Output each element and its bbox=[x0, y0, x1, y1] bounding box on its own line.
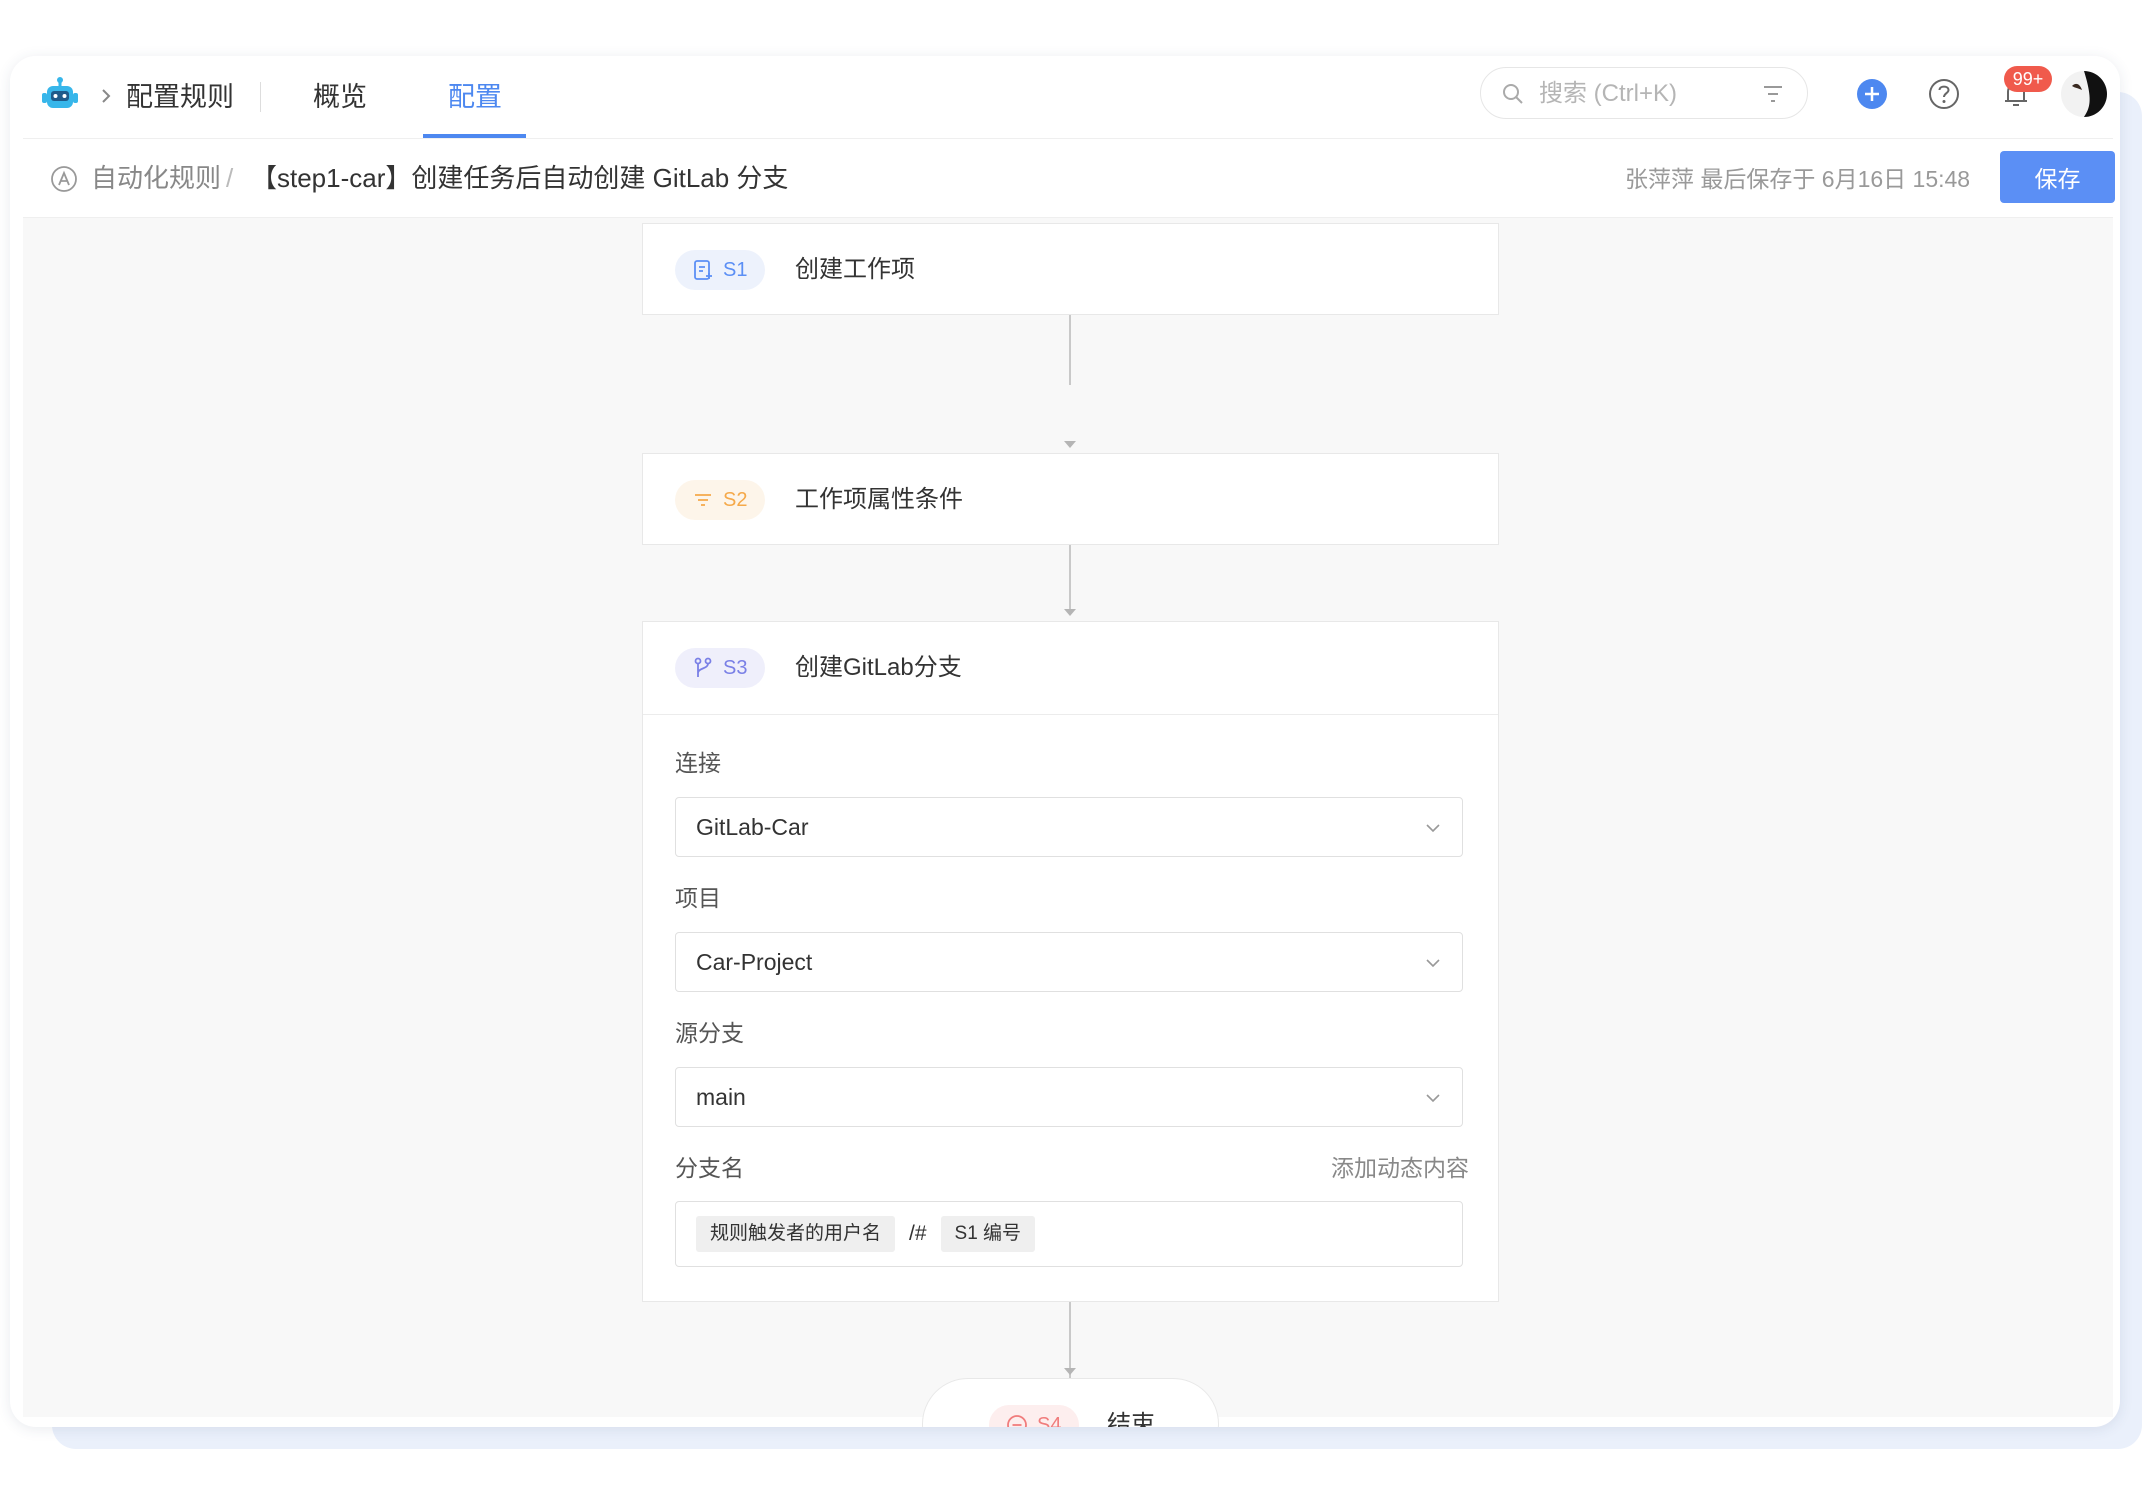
connection-value: GitLab-Car bbox=[696, 814, 809, 840]
work-item-icon bbox=[694, 260, 712, 280]
robot-icon[interactable] bbox=[40, 76, 80, 116]
filter-icon[interactable] bbox=[1761, 82, 1785, 106]
flow-arrow bbox=[1064, 1368, 1076, 1375]
tab-config[interactable]: 配置 bbox=[448, 78, 502, 116]
step-node-header: S3 创建GitLab分支 bbox=[643, 622, 1498, 714]
project-select[interactable]: Car-Project bbox=[675, 932, 1463, 992]
chevron-down-icon bbox=[1426, 824, 1440, 833]
step-node-s3[interactable]: S3 创建GitLab分支 连接 GitLab-Car 项目 Car-Proje… bbox=[642, 621, 1499, 1302]
step-id: S2 bbox=[723, 488, 748, 511]
step-id: S4 bbox=[1037, 1413, 1062, 1428]
step-node-header: S2 工作项属性条件 bbox=[643, 454, 1498, 546]
rule-header: 自动化规则 / 【step1-car】创建任务后自动创建 GitLab 分支 张… bbox=[23, 138, 2115, 218]
top-nav: 配置规则 概览 配置 搜索 (Ctrl+K) 99+ bbox=[10, 56, 2120, 138]
step-chip-s4: S4 bbox=[989, 1405, 1080, 1428]
search-icon bbox=[1503, 84, 1523, 104]
branch-name-input[interactable]: 规则触发者的用户名 /# S1 编号 bbox=[675, 1201, 1463, 1267]
flow-connector bbox=[1069, 545, 1071, 613]
avatar[interactable] bbox=[2060, 70, 2108, 118]
avatar-image bbox=[2061, 71, 2107, 117]
step-title: 创建工作项 bbox=[795, 256, 915, 283]
dynamic-token[interactable]: 规则触发者的用户名 bbox=[696, 1216, 896, 1252]
automation-rule-icon bbox=[51, 166, 77, 192]
connection-label: 连接 bbox=[675, 750, 721, 776]
breadcrumb-parent[interactable]: 自动化规则 bbox=[91, 159, 221, 197]
filter-icon bbox=[695, 494, 711, 506]
project-value: Car-Project bbox=[696, 949, 813, 975]
last-saved-info: 张萍萍 最后保存于 6月16日 15:48 bbox=[1625, 166, 1971, 192]
help-circle-icon[interactable] bbox=[1926, 76, 1962, 112]
add-dynamic-content-link[interactable]: 添加动态内容 bbox=[1331, 1151, 1469, 1185]
dynamic-token[interactable]: S1 编号 bbox=[940, 1216, 1036, 1252]
source-branch-value: main bbox=[696, 1084, 746, 1110]
chevron-down-icon bbox=[1426, 959, 1440, 968]
step-chip-s3: S3 bbox=[675, 648, 766, 688]
source-branch-select[interactable]: main bbox=[675, 1067, 1463, 1127]
app-window: 配置规则 概览 配置 搜索 (Ctrl+K) 99+ 自动化规则 / 【step… bbox=[10, 56, 2120, 1427]
flow-canvas: S1 创建工作项 S2 工作项属性条件 S3 创建GitLab分支 连接 Git… bbox=[23, 218, 2113, 1427]
flow-connector bbox=[1069, 315, 1071, 385]
step-chip-s2: S2 bbox=[675, 480, 766, 520]
search-box[interactable]: 搜索 (Ctrl+K) bbox=[1480, 67, 1808, 119]
nav-divider bbox=[260, 82, 261, 112]
branch-name-label: 分支名 bbox=[675, 1155, 744, 1181]
branch-name-text: /# bbox=[909, 1222, 927, 1245]
minus-circle-icon bbox=[1007, 1415, 1027, 1427]
project-label: 项目 bbox=[675, 885, 721, 911]
step-chip-s1: S1 bbox=[675, 250, 766, 290]
step-title: 工作项属性条件 bbox=[795, 486, 963, 513]
step-node-s4-end[interactable]: S4 结束 bbox=[922, 1378, 1219, 1427]
breadcrumb-separator: / bbox=[226, 163, 234, 193]
connection-select[interactable]: GitLab-Car bbox=[675, 797, 1463, 857]
chevron-right-icon bbox=[102, 89, 111, 103]
step-node-s2[interactable]: S2 工作项属性条件 bbox=[642, 453, 1499, 545]
step-node-s1[interactable]: S1 创建工作项 bbox=[642, 223, 1499, 315]
step-id: S3 bbox=[723, 656, 748, 679]
step-divider bbox=[643, 714, 1498, 715]
step-node-header: S1 创建工作项 bbox=[643, 224, 1498, 316]
tab-overview[interactable]: 概览 bbox=[313, 78, 367, 116]
app-title: 配置规则 bbox=[126, 82, 234, 112]
chevron-down-icon bbox=[1426, 1094, 1440, 1103]
flow-arrow bbox=[1064, 609, 1076, 616]
flow-arrow bbox=[1064, 441, 1076, 448]
search-placeholder: 搜索 (Ctrl+K) bbox=[1539, 80, 1677, 107]
source-branch-label: 源分支 bbox=[675, 1020, 744, 1046]
notification-badge: 99+ bbox=[2004, 66, 2052, 92]
plus-circle-icon[interactable] bbox=[1854, 76, 1890, 112]
git-branch-icon bbox=[694, 657, 712, 677]
step-title: 结束 bbox=[1107, 1411, 1155, 1427]
step-title: 创建GitLab分支 bbox=[795, 654, 962, 681]
step-id: S1 bbox=[723, 258, 748, 281]
page-title: 【step1-car】创建任务后自动创建 GitLab 分支 bbox=[251, 163, 789, 193]
save-button[interactable]: 保存 bbox=[2000, 151, 2115, 203]
